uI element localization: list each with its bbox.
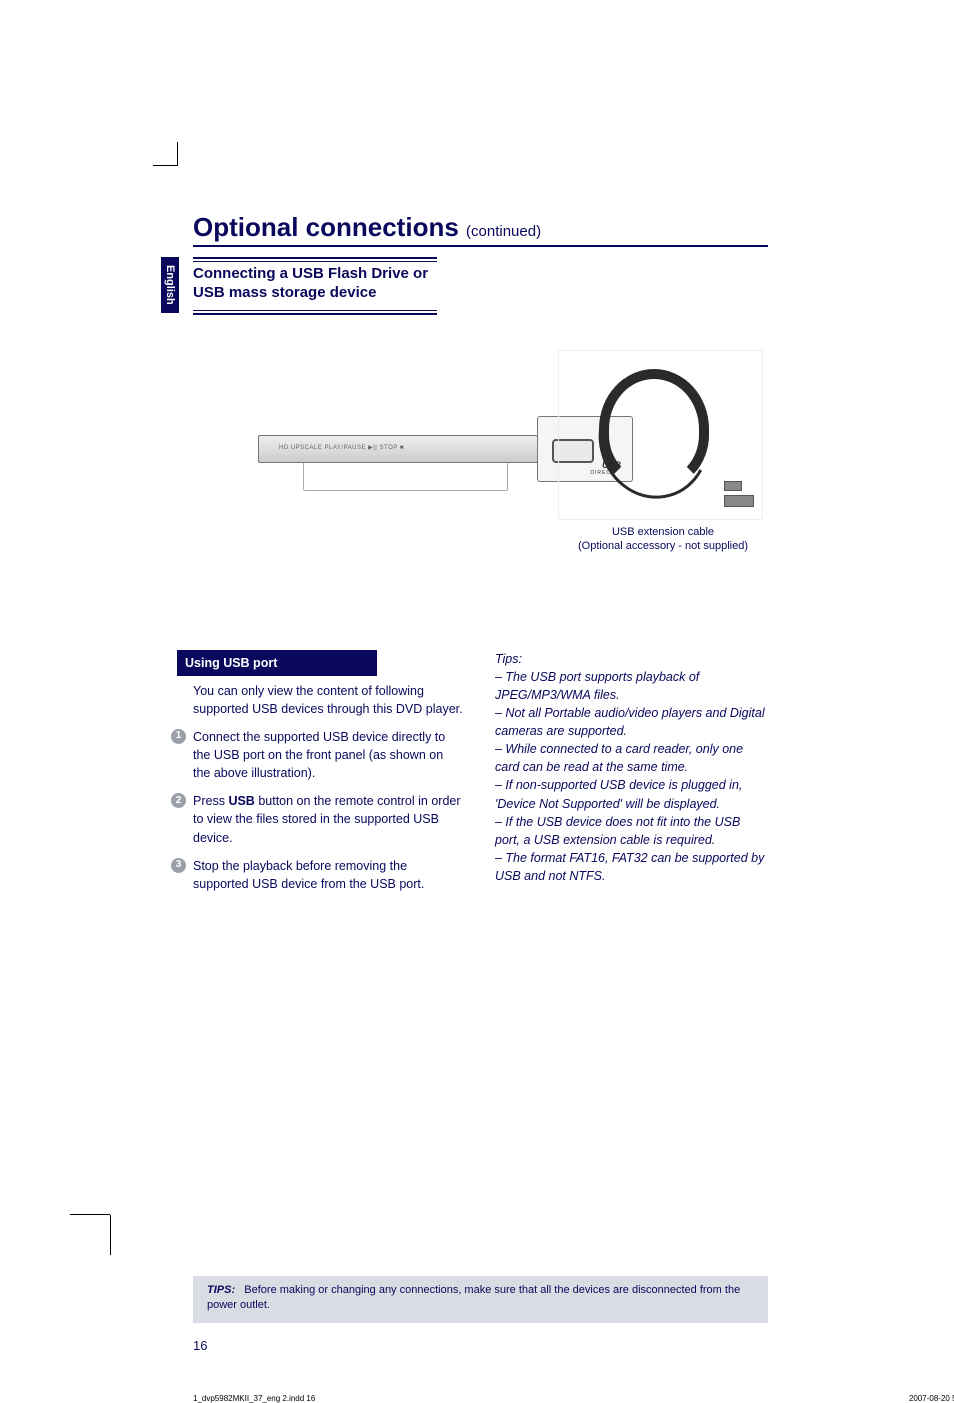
print-footer: 1_dvp5982MKII_37_eng 2.indd 16 2007-08-2… [193,1394,954,1403]
usb-cable-illustration [558,350,763,520]
step-1: 1 Connect the supported USB device direc… [193,728,463,782]
step-2-text: Press USB button on the remote control i… [193,792,463,846]
step-number-1: 1 [171,729,186,744]
step-3-text: Stop the playback before removing the su… [193,857,463,893]
tip-4: – If non-supported USB device is plugged… [495,776,765,812]
title-continued: (continued) [466,223,541,240]
tip-1: – The USB port supports playback of JPEG… [495,668,765,704]
tips-heading: Tips: [495,650,765,668]
step-number-2: 2 [171,793,186,808]
tip-3: – While connected to a card reader, only… [495,740,765,776]
language-tab: English [161,257,179,313]
footer-timestamp: 2007-08-20 5:02:52 PM [909,1394,954,1403]
page-title: Optional connections (continued) [193,212,768,247]
step-1-text: Connect the supported USB device directl… [193,728,463,782]
illustration: HD UPSCALE PLAY/PAUSE ▶|| STOP ■ USB DIR… [193,320,768,570]
page-number: 16 [193,1338,207,1353]
dvd-player-front: HD UPSCALE PLAY/PAUSE ▶|| STOP ■ USB DIR… [258,435,538,463]
tip-2: – Not all Portable audio/video players a… [495,704,765,740]
usb-connector-b-icon [724,481,742,491]
footer-tip-label: TIPS: [207,1284,235,1296]
right-column: Tips: – The USB port supports playback o… [495,650,765,893]
title-main: Optional connections [193,212,466,242]
footer-tip-text: Before making or changing any connection… [207,1284,740,1311]
section-heading: Connecting a USB Flash Drive or USB mass… [193,257,437,315]
box-heading: Using USB port [177,650,377,676]
tip-6: – The format FAT16, FAT32 can be support… [495,849,765,885]
step-2: 2 Press USB button on the remote control… [193,792,463,846]
device-base [303,463,508,491]
device-control-labels: HD UPSCALE PLAY/PAUSE ▶|| STOP ■ [279,444,404,451]
intro-text: You can only view the content of followi… [193,682,463,718]
usb-connector-a-icon [724,495,754,507]
cable-caption: USB extension cable (Optional accessory … [563,525,763,555]
step-3: 3 Stop the playback before removing the … [193,857,463,893]
left-column: Using USB port You can only view the con… [193,650,463,893]
footer-filename: 1_dvp5982MKII_37_eng 2.indd 16 [193,1394,315,1403]
step-number-3: 3 [171,858,186,873]
tip-5: – If the USB device does not fit into th… [495,813,765,849]
footer-tips-box: TIPS: Before making or changing any conn… [193,1276,768,1323]
